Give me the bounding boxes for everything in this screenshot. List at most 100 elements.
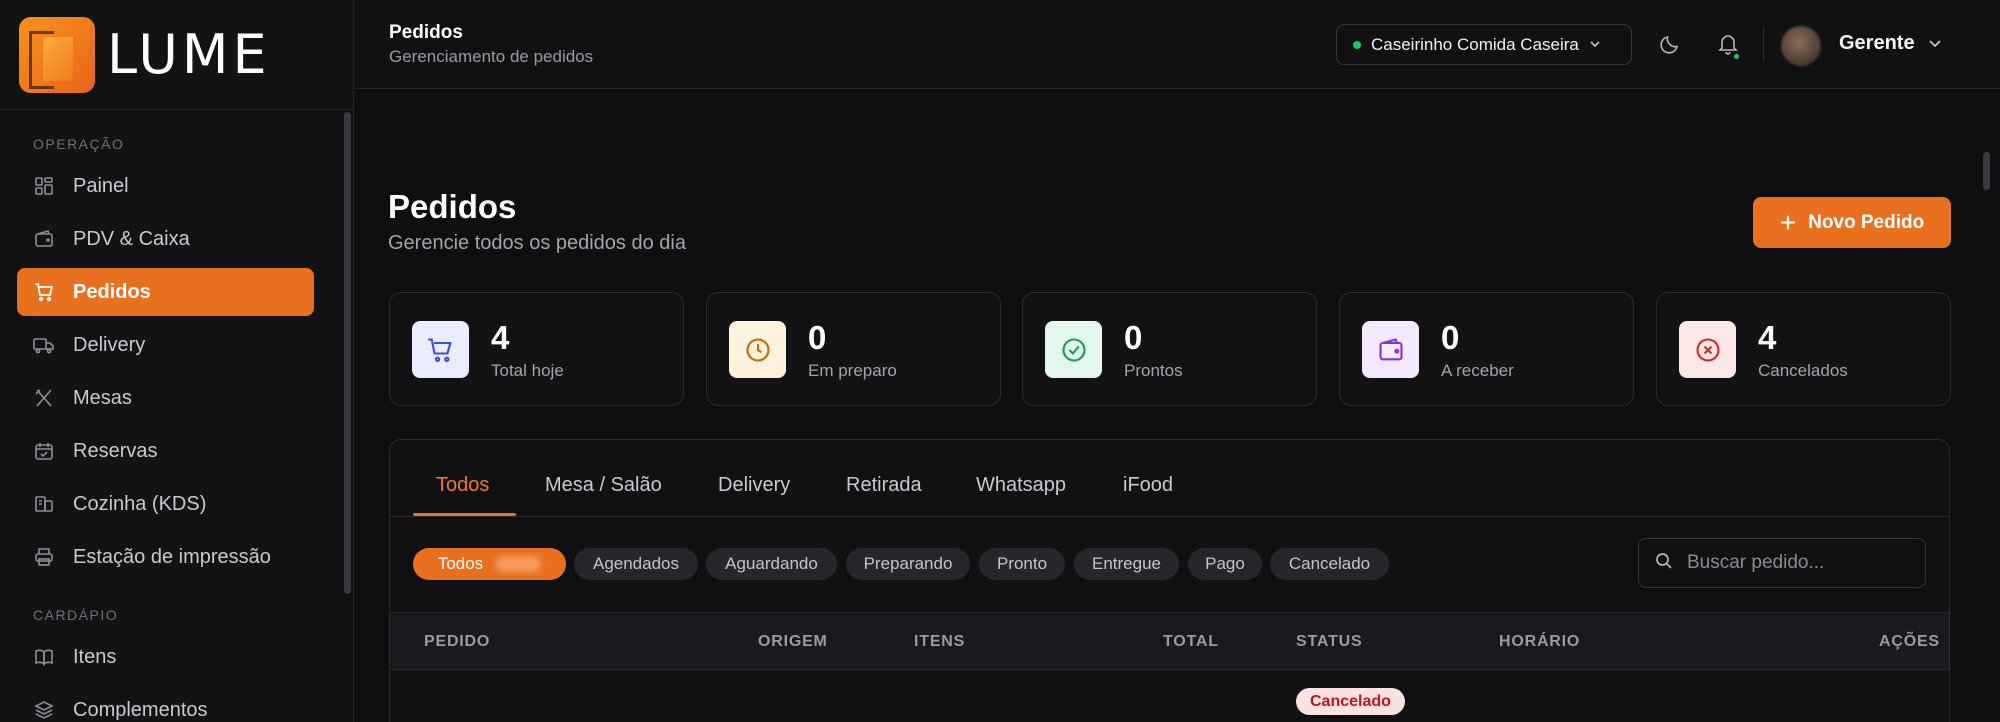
brand-logo[interactable]: LUME (0, 0, 353, 110)
column-header-horario[interactable]: HORÁRIO (1499, 633, 1580, 651)
order-tabs: Todos Mesa / Salão Delivery Retirada Wha… (390, 440, 1949, 517)
filter-chip-pronto[interactable]: Pronto (979, 548, 1065, 580)
search-icon (1655, 552, 1673, 575)
page-subtitle: Gerencie todos os pedidos do dia (388, 232, 686, 254)
sidebar-item-label: Painel (73, 174, 129, 197)
active-tab-indicator (413, 513, 516, 516)
filter-chip-cancelado[interactable]: Cancelado (1270, 548, 1389, 580)
stat-label: A receber (1441, 361, 1514, 380)
page-scrollbar[interactable] (1983, 152, 1990, 190)
chip-count-redacted (495, 556, 542, 572)
sidebar-item-label: Complementos (73, 698, 208, 721)
user-name[interactable]: Gerente (1839, 32, 1915, 55)
search-box[interactable] (1638, 538, 1926, 588)
clock-icon (729, 321, 786, 378)
brand-name: LUME (107, 22, 271, 86)
layers-icon (33, 699, 55, 721)
stat-value: 0 (1124, 319, 1143, 356)
filter-chip-agendados[interactable]: Agendados (574, 548, 698, 580)
sidebar-item-label: Pedidos (73, 280, 151, 303)
stat-value: 4 (491, 319, 510, 356)
sidebar-scrollbar[interactable] (344, 112, 351, 594)
stat-card-a-receber: 0 A receber (1339, 292, 1634, 406)
sidebar-nav: OPERAÇÃO Painel PDV & Caixa Pedidos Deli… (0, 110, 340, 722)
sidebar-item-itens[interactable]: Itens (17, 633, 314, 681)
calendar-check-icon (33, 440, 55, 462)
store-selector[interactable]: Caseirinho Comida Caseira (1336, 24, 1632, 65)
notification-dot (1732, 52, 1741, 61)
tab-mesa-salao[interactable]: Mesa / Salão (545, 474, 662, 497)
tab-retirada[interactable]: Retirada (846, 474, 922, 497)
sidebar-item-label: Delivery (73, 333, 146, 356)
header-title: Pedidos (389, 22, 463, 43)
page-title: Pedidos (388, 188, 517, 225)
sidebar-item-pdv-caixa[interactable]: PDV & Caixa (17, 215, 314, 263)
utensils-icon (33, 387, 55, 409)
column-header-origem[interactable]: ORIGEM (758, 633, 828, 651)
header-subtitle: Gerenciamento de pedidos (389, 47, 594, 66)
store-name: Caseirinho Comida Caseira (1371, 34, 1579, 54)
truck-icon (33, 334, 55, 356)
store-status-dot (1353, 40, 1361, 49)
filter-chip-preparando[interactable]: Preparando (846, 548, 970, 580)
chevron-down-icon (1589, 35, 1601, 55)
sidebar-item-label: Cozinha (KDS) (73, 492, 207, 515)
filter-chip-pago[interactable]: Pago (1188, 548, 1262, 580)
dashboard-icon (33, 175, 55, 197)
top-header: Pedidos Gerenciamento de pedidos Caseiri… (355, 0, 2000, 89)
nav-section-title: CARDÁPIO (33, 607, 119, 623)
tab-whatsapp[interactable]: Whatsapp (976, 474, 1066, 497)
sidebar-item-complementos[interactable]: Complementos (17, 686, 314, 722)
sidebar-item-label: Mesas (73, 386, 132, 409)
sidebar-item-label: PDV & Caixa (73, 227, 190, 250)
nav-section-title: OPERAÇÃO (33, 136, 125, 152)
tab-todos[interactable]: Todos (436, 474, 489, 497)
stat-label: Em preparo (808, 361, 897, 380)
header-divider (1763, 26, 1764, 62)
sidebar-item-cozinha-kds[interactable]: Cozinha (KDS) (17, 480, 314, 528)
column-header-total[interactable]: TOTAL (1163, 633, 1219, 651)
avatar[interactable] (1781, 26, 1821, 66)
column-header-status[interactable]: STATUS (1296, 633, 1362, 651)
printer-icon (33, 546, 55, 568)
cart-icon (412, 321, 469, 378)
chip-label: Todos (437, 554, 484, 573)
sidebar-item-painel[interactable]: Painel (17, 162, 314, 210)
kds-icon (33, 493, 55, 515)
sidebar-item-label: Estação de impressão (73, 545, 271, 568)
filter-chip-aguardando[interactable]: Aguardando (706, 548, 837, 580)
sidebar-item-label: Reservas (73, 439, 158, 462)
stat-label: Cancelados (1758, 361, 1848, 380)
sidebar-item-delivery[interactable]: Delivery (17, 321, 314, 369)
sidebar-item-mesas[interactable]: Mesas (17, 374, 314, 422)
chevron-down-icon[interactable] (1928, 36, 1942, 55)
plus-icon: + (1779, 206, 1797, 238)
check-circle-icon (1045, 321, 1102, 378)
stat-value: 0 (1441, 319, 1460, 356)
status-badge: Cancelado (1296, 688, 1405, 715)
book-icon (33, 646, 55, 668)
tab-delivery[interactable]: Delivery (718, 474, 790, 497)
sidebar: LUME OPERAÇÃO Painel PDV & Caixa Pedidos (0, 0, 354, 722)
sidebar-item-reservas[interactable]: Reservas (17, 427, 314, 475)
sidebar-item-label: Itens (73, 645, 117, 668)
sidebar-item-pedidos[interactable]: Pedidos (17, 268, 314, 316)
search-input[interactable] (1687, 552, 1907, 574)
filter-chip-entregue[interactable]: Entregue (1074, 548, 1179, 580)
stat-card-cancelados: 4 Cancelados (1656, 292, 1951, 406)
stat-value: 4 (1758, 319, 1777, 356)
filter-chip-todos[interactable]: Todos (413, 548, 566, 580)
sidebar-item-estacao-impressao[interactable]: Estação de impressão (17, 533, 314, 581)
wallet-icon (1362, 321, 1419, 378)
column-header-pedido[interactable]: PEDIDO (424, 633, 490, 651)
stat-card-total-hoje: 4 Total hoje (389, 292, 684, 406)
column-header-itens[interactable]: ITENS (914, 633, 965, 651)
new-order-button[interactable]: + Novo Pedido (1753, 197, 1951, 248)
tab-ifood[interactable]: iFood (1123, 474, 1173, 497)
moon-icon[interactable] (1659, 33, 1681, 60)
stat-label: Prontos (1124, 361, 1183, 380)
stat-label: Total hoje (491, 361, 564, 380)
x-circle-icon (1679, 321, 1736, 378)
wallet-icon (33, 228, 55, 250)
logo-icon (19, 16, 95, 93)
